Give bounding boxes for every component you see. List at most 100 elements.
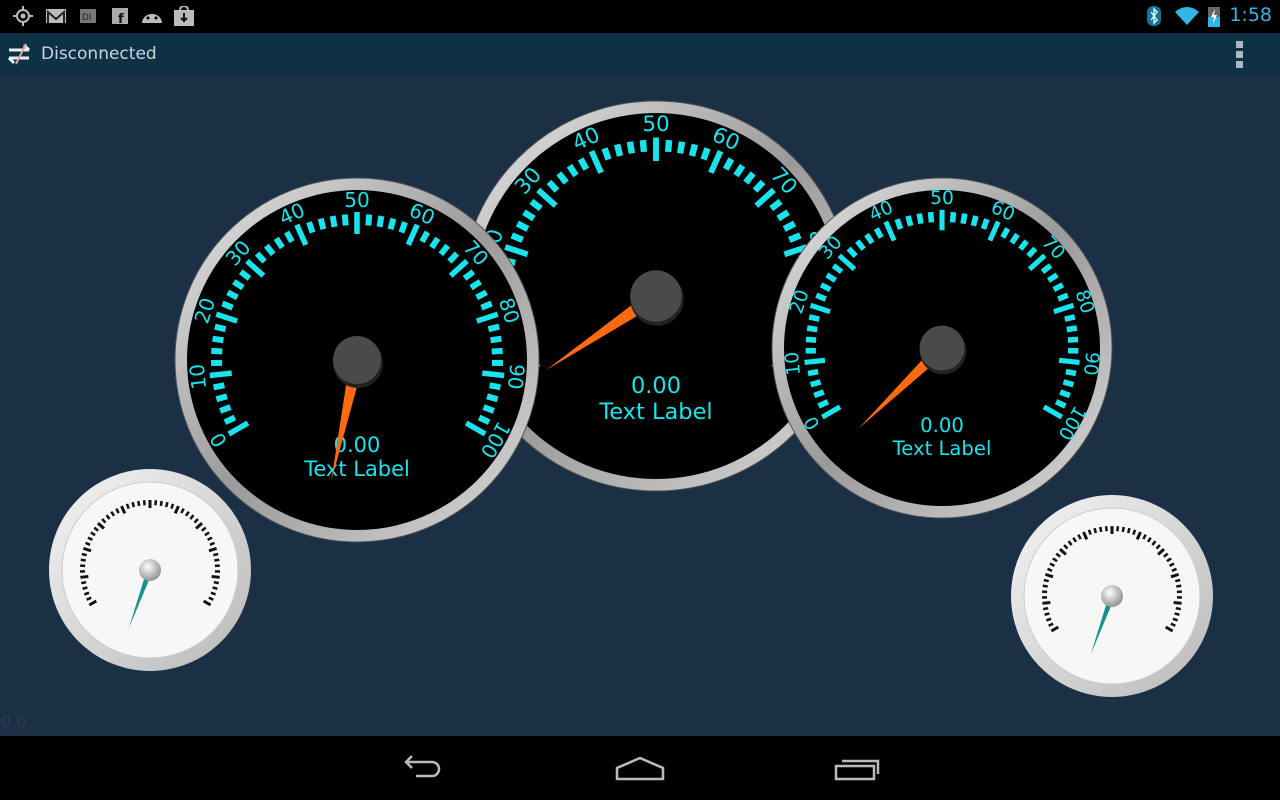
minor-tick <box>221 300 234 311</box>
action-bar: Disconnected <box>0 33 1280 75</box>
minor-tick <box>365 214 373 226</box>
svg-text:DI: DI <box>82 13 92 23</box>
minor-tick <box>1121 526 1125 533</box>
minor-tick <box>980 218 990 230</box>
minor-tick <box>788 232 802 243</box>
minor-tick <box>613 143 624 157</box>
minor-tick <box>159 500 163 507</box>
minor-tick <box>329 215 338 228</box>
disconnected-icon[interactable] <box>7 43 35 69</box>
minor-tick <box>137 500 141 507</box>
minor-tick <box>82 586 88 591</box>
gauge-panel: 01020304050607080901000.00Text Label0102… <box>49 100 1213 697</box>
tick-label: 90 <box>503 363 530 391</box>
di-icon: DI <box>80 6 96 26</box>
minor-tick <box>170 503 175 510</box>
navigation-bar <box>0 736 1280 800</box>
minor-tick <box>1042 584 1048 588</box>
minor-tick <box>676 141 686 154</box>
needle-hub <box>919 325 965 371</box>
minor-tick <box>212 335 224 344</box>
minor-tick <box>970 215 979 227</box>
minor-tick <box>639 139 648 153</box>
minor-tick <box>894 218 904 230</box>
minor-tick <box>1054 399 1067 409</box>
gauge-small-right <box>1011 495 1213 697</box>
minor-tick <box>215 393 228 403</box>
home-icon[interactable] <box>610 750 670 786</box>
minor-tick <box>482 404 495 414</box>
minor-tick <box>1066 325 1078 333</box>
gauge-value: 0.00 <box>920 414 964 437</box>
minor-tick <box>387 217 397 230</box>
minor-tick <box>213 580 219 585</box>
minor-tick <box>1132 529 1137 536</box>
gauge-value: 0.00 <box>631 373 681 399</box>
gauge-small-left <box>49 469 251 671</box>
minor-tick <box>700 147 711 161</box>
gauge-label: Text Label <box>303 457 410 481</box>
svg-text:f: f <box>118 12 124 24</box>
major-tick <box>482 370 505 379</box>
tick-label: 10 <box>782 351 805 377</box>
dashboard: 01020304050607080901000.00Text Label0102… <box>0 75 1280 736</box>
tick-label: 50 <box>642 112 669 137</box>
minor-tick <box>211 347 223 355</box>
gps-icon <box>12 6 34 26</box>
minor-tick <box>81 580 87 585</box>
minor-tick <box>210 591 217 596</box>
facebook-icon: f <box>112 6 128 26</box>
needle-hub <box>1101 585 1123 607</box>
minor-tick <box>1044 612 1050 617</box>
store-download-icon <box>173 6 195 26</box>
minor-tick <box>815 292 827 302</box>
recents-icon[interactable] <box>828 750 888 786</box>
android-icon <box>140 6 164 26</box>
minor-tick <box>1057 292 1069 302</box>
minor-tick <box>1174 612 1180 617</box>
major-tick <box>211 574 220 579</box>
minor-tick <box>1175 606 1181 611</box>
minor-tick <box>1059 389 1071 399</box>
status-clock: 1:58 <box>1229 4 1272 26</box>
minor-tick <box>927 211 935 223</box>
minor-tick <box>809 379 822 388</box>
minor-tick <box>212 586 218 591</box>
minor-tick <box>960 213 968 225</box>
minor-tick <box>80 558 86 562</box>
minor-tick <box>125 503 130 510</box>
minor-tick <box>131 501 136 508</box>
minor-tick <box>1064 314 1076 322</box>
back-icon[interactable] <box>394 750 454 786</box>
gauge-label: Text Label <box>598 399 712 425</box>
minor-tick <box>1043 606 1049 611</box>
gauge-right: 010203040 50 607080901000.00Text Label <box>771 177 1113 519</box>
minor-tick <box>1065 368 1077 377</box>
minor-tick <box>214 323 227 333</box>
minor-tick <box>1067 336 1079 343</box>
minor-tick <box>808 314 820 322</box>
minor-tick <box>480 300 493 311</box>
overflow-menu-icon[interactable] <box>1236 41 1244 69</box>
connection-status-title: Disconnected <box>41 44 157 64</box>
minor-tick <box>317 217 327 230</box>
minor-tick <box>1172 617 1179 622</box>
minor-tick <box>1093 527 1098 534</box>
minor-tick <box>164 501 169 508</box>
minor-tick <box>916 213 924 225</box>
minor-tick <box>1099 526 1103 533</box>
battery-charging-icon <box>1208 6 1220 27</box>
minor-tick <box>905 215 914 227</box>
major-tick <box>209 370 232 379</box>
minor-tick <box>376 215 385 228</box>
minor-tick <box>805 336 817 343</box>
tick-label: 50 <box>344 188 369 212</box>
minor-tick <box>486 393 499 403</box>
minor-tick <box>1043 578 1050 583</box>
minor-tick <box>489 382 501 391</box>
minor-tick <box>1062 379 1075 388</box>
minor-tick <box>807 368 819 377</box>
minor-tick <box>81 552 88 557</box>
minor-tick <box>510 232 524 243</box>
gauge-label: Text Label <box>892 437 992 460</box>
